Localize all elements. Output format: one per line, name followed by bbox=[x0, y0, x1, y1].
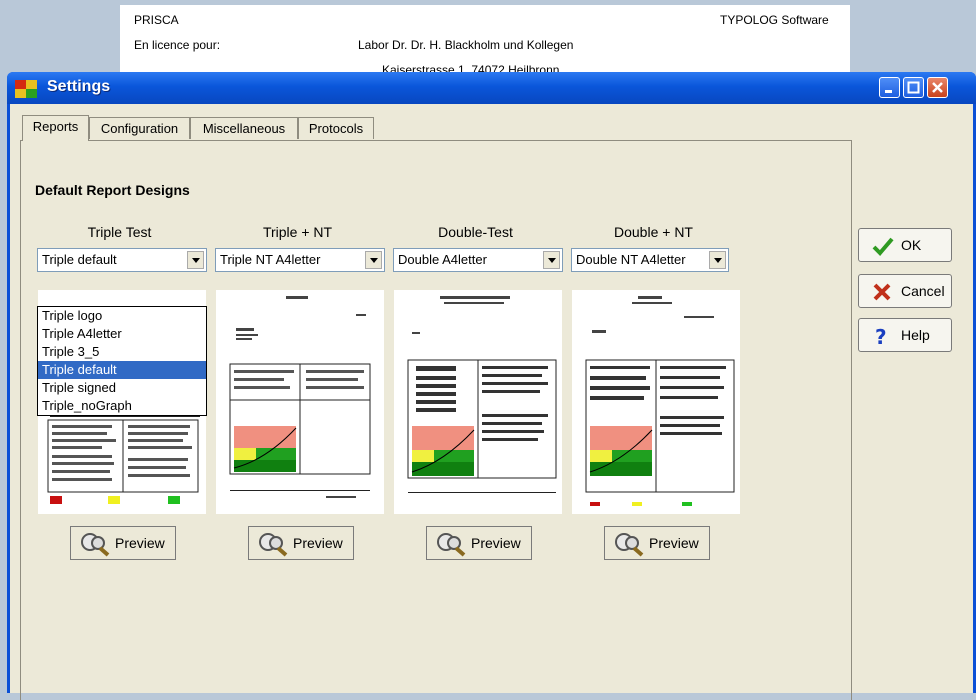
help-question-icon: ? bbox=[875, 325, 887, 347]
triple-nt-preview-button[interactable]: Preview bbox=[248, 526, 354, 560]
ok-button[interactable]: OK bbox=[858, 228, 952, 262]
svg-text:?: ? bbox=[875, 325, 887, 347]
dialog-client-area: Reports Configuration Miscellaneous Prot… bbox=[10, 104, 973, 700]
triple-test-preview-button[interactable]: Preview bbox=[70, 526, 176, 560]
title-bar[interactable]: Settings bbox=[7, 72, 976, 104]
dropdown-option[interactable]: Triple signed bbox=[38, 379, 206, 397]
cancel-label: Cancel bbox=[901, 283, 945, 299]
triple-nt-select[interactable]: Triple NT A4letter bbox=[215, 248, 385, 272]
preview-label: Preview bbox=[649, 535, 699, 551]
bg-text-prisca: PRISCA bbox=[134, 13, 179, 27]
dropdown-option[interactable]: Triple_noGraph bbox=[38, 397, 206, 415]
maximize-icon bbox=[907, 81, 920, 94]
double-test-select-value: Double A4letter bbox=[398, 252, 487, 267]
double-nt-select[interactable]: Double NT A4letter bbox=[571, 248, 729, 272]
cancel-x-icon bbox=[873, 283, 891, 301]
magnifier-icon bbox=[81, 533, 110, 557]
window-title: Settings bbox=[47, 78, 111, 95]
tab-protocols[interactable]: Protocols bbox=[298, 117, 374, 139]
bg-text-software: TYPOLOG Software bbox=[720, 13, 829, 27]
close-icon bbox=[932, 82, 943, 93]
double-nt-select-value: Double NT A4letter bbox=[576, 252, 686, 267]
preview-label: Preview bbox=[115, 535, 165, 551]
minimize-button[interactable] bbox=[879, 77, 900, 98]
tab-reports[interactable]: Reports bbox=[22, 115, 89, 141]
dropdown-option[interactable]: Triple A4letter bbox=[38, 325, 206, 343]
double-test-select[interactable]: Double A4letter bbox=[393, 248, 563, 272]
triple-test-select[interactable]: Triple default bbox=[37, 248, 207, 272]
checkmark-icon bbox=[872, 237, 894, 256]
bg-text-lab: Labor Dr. Dr. H. Blackholm und Kollegen bbox=[358, 38, 574, 52]
section-title: Default Report Designs bbox=[35, 182, 190, 198]
double-nt-thumbnail bbox=[572, 290, 740, 514]
help-button[interactable]: ? Help bbox=[858, 318, 952, 352]
magnifier-icon bbox=[615, 533, 644, 557]
preview-label: Preview bbox=[293, 535, 343, 551]
magnifier-icon bbox=[437, 533, 466, 557]
help-label: Help bbox=[901, 327, 930, 343]
tab-configuration[interactable]: Configuration bbox=[89, 117, 190, 139]
triple-test-select-value: Triple default bbox=[42, 252, 117, 267]
chevron-down-icon[interactable] bbox=[187, 251, 204, 269]
preview-label: Preview bbox=[471, 535, 521, 551]
cancel-button[interactable]: Cancel bbox=[858, 274, 952, 308]
dropdown-option-selected[interactable]: Triple default bbox=[38, 361, 206, 379]
chevron-down-icon[interactable] bbox=[365, 251, 382, 269]
minimize-icon bbox=[885, 90, 892, 93]
ok-label: OK bbox=[901, 237, 922, 253]
column-title-double-nt: Double + NT bbox=[614, 224, 693, 240]
chevron-down-icon[interactable] bbox=[543, 251, 560, 269]
double-test-preview-button[interactable]: Preview bbox=[426, 526, 532, 560]
app-icon bbox=[15, 80, 37, 98]
triple-test-dropdown-list: Triple logo Triple A4letter Triple 3_5 T… bbox=[37, 306, 207, 416]
column-title-triple-nt: Triple + NT bbox=[262, 224, 333, 240]
close-button[interactable] bbox=[927, 77, 948, 98]
triple-nt-thumbnail bbox=[216, 290, 384, 514]
chevron-down-icon[interactable] bbox=[709, 251, 726, 269]
settings-window: Settings Reports Configuration Miscellan… bbox=[7, 72, 976, 700]
double-test-thumbnail bbox=[394, 290, 562, 514]
double-nt-preview-button[interactable]: Preview bbox=[604, 526, 710, 560]
triple-nt-select-value: Triple NT A4letter bbox=[220, 252, 321, 267]
column-title-triple-test: Triple Test bbox=[87, 224, 152, 240]
column-title-double-test: Double-Test bbox=[438, 224, 513, 240]
bg-text-licence: En licence pour: bbox=[134, 38, 221, 52]
tab-miscellaneous[interactable]: Miscellaneous bbox=[190, 117, 298, 139]
magnifier-icon bbox=[259, 533, 288, 557]
maximize-button[interactable] bbox=[903, 77, 924, 98]
dropdown-option[interactable]: Triple logo bbox=[38, 307, 206, 325]
dropdown-option[interactable]: Triple 3_5 bbox=[38, 343, 206, 361]
